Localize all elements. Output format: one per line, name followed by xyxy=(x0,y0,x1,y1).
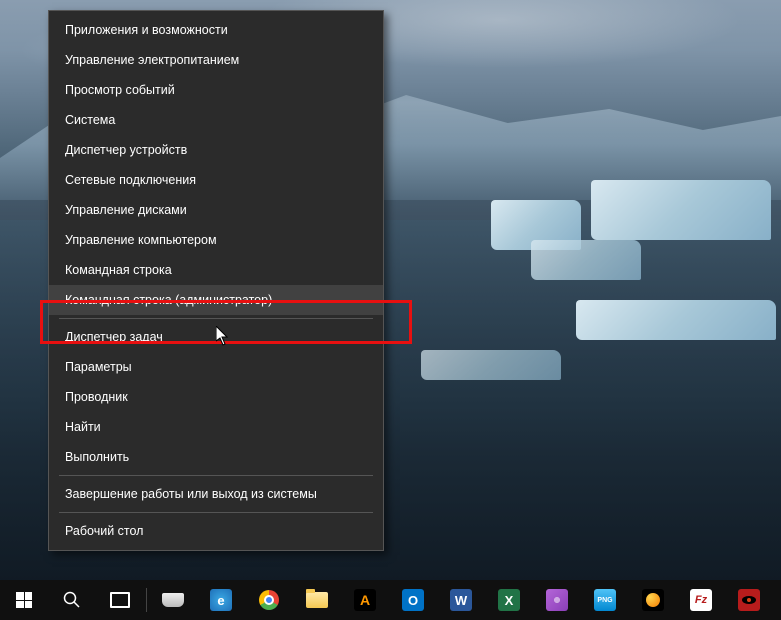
desktop[interactable]: Приложения и возможности Управление элек… xyxy=(0,0,781,620)
folder-icon xyxy=(306,592,328,608)
menu-separator xyxy=(59,475,373,476)
search-icon xyxy=(63,591,81,609)
task-view-button[interactable] xyxy=(96,580,144,620)
word-icon: W xyxy=(450,589,472,611)
device-icon xyxy=(162,593,184,607)
windows-logo-icon xyxy=(16,592,32,608)
start-button[interactable] xyxy=(0,580,48,620)
menu-item-power-options[interactable]: Управление электропитанием xyxy=(49,45,383,75)
chrome-icon xyxy=(259,590,279,610)
menu-item-file-explorer[interactable]: Проводник xyxy=(49,382,383,412)
menu-item-device-manager[interactable]: Диспетчер устройств xyxy=(49,135,383,165)
png-icon: PNG xyxy=(594,589,616,611)
taskbar-app-filezilla[interactable]: Fz xyxy=(677,580,725,620)
taskbar-app-excel[interactable]: X xyxy=(485,580,533,620)
menu-item-run[interactable]: Выполнить xyxy=(49,442,383,472)
taskbar-app-outlook[interactable]: O xyxy=(389,580,437,620)
taskbar-app-lightshot[interactable] xyxy=(533,580,581,620)
outlook-icon: O xyxy=(402,589,424,611)
taskbar-app-chrome[interactable] xyxy=(245,580,293,620)
menu-item-desktop[interactable]: Рабочий стол xyxy=(49,516,383,546)
menu-separator xyxy=(59,512,373,513)
taskbar-app-ie[interactable]: e xyxy=(197,580,245,620)
menu-item-system[interactable]: Система xyxy=(49,105,383,135)
taskbar-divider xyxy=(146,588,147,612)
menu-item-apps-features[interactable]: Приложения и возможности xyxy=(49,15,383,45)
menu-item-command-prompt-admin[interactable]: Командная строка (администратор) xyxy=(49,285,383,315)
taskbar-app-eye[interactable] xyxy=(725,580,773,620)
menu-item-disk-management[interactable]: Управление дисками xyxy=(49,195,383,225)
menu-item-search[interactable]: Найти xyxy=(49,412,383,442)
wallpaper-icebergs xyxy=(431,150,781,350)
internet-explorer-icon: e xyxy=(210,589,232,611)
task-view-icon xyxy=(110,592,130,608)
menu-separator xyxy=(59,318,373,319)
taskbar-app-png[interactable]: PNG xyxy=(581,580,629,620)
menu-item-network-connections[interactable]: Сетевые подключения xyxy=(49,165,383,195)
lightshot-icon xyxy=(546,589,568,611)
taskbar-app-orb[interactable] xyxy=(629,580,677,620)
taskbar-app-aimp[interactable]: A xyxy=(341,580,389,620)
menu-item-command-prompt[interactable]: Командная строка xyxy=(49,255,383,285)
taskbar-app-device[interactable] xyxy=(149,580,197,620)
taskbar-app-explorer[interactable] xyxy=(293,580,341,620)
menu-item-computer-management[interactable]: Управление компьютером xyxy=(49,225,383,255)
excel-icon: X xyxy=(498,589,520,611)
search-button[interactable] xyxy=(48,580,96,620)
taskbar: e A O W X PNG Fz xyxy=(0,580,781,620)
menu-item-task-manager[interactable]: Диспетчер задач xyxy=(49,322,383,352)
menu-item-event-viewer[interactable]: Просмотр событий xyxy=(49,75,383,105)
menu-item-shutdown-signout[interactable]: Завершение работы или выход из системы xyxy=(49,479,383,509)
menu-item-settings[interactable]: Параметры xyxy=(49,352,383,382)
filezilla-icon: Fz xyxy=(690,589,712,611)
winx-context-menu: Приложения и возможности Управление элек… xyxy=(48,10,384,551)
eye-icon xyxy=(738,589,760,611)
orb-icon xyxy=(642,589,664,611)
aimp-icon: A xyxy=(354,589,376,611)
taskbar-app-word[interactable]: W xyxy=(437,580,485,620)
